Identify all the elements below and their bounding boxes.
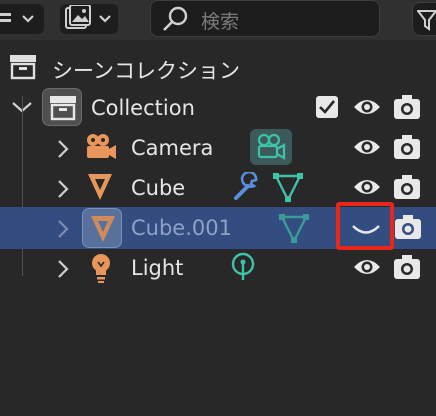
exclude-checkbox[interactable] bbox=[316, 96, 338, 118]
chevron-right-icon[interactable] bbox=[56, 219, 70, 239]
filter-button[interactable] bbox=[412, 2, 436, 36]
scene-collection-row[interactable]: シーンコレクション bbox=[0, 48, 436, 88]
funnel-icon bbox=[417, 10, 436, 31]
mesh-data-icon[interactable] bbox=[272, 171, 304, 203]
eye-icon[interactable] bbox=[353, 177, 381, 197]
chevron-right-icon[interactable] bbox=[56, 139, 70, 159]
eye-icon[interactable] bbox=[353, 97, 381, 117]
light-icon bbox=[92, 254, 110, 283]
scene-collection-label: シーンコレクション bbox=[52, 59, 240, 83]
outliner-row-light[interactable]: Light bbox=[0, 248, 436, 288]
render-camera-icon[interactable] bbox=[393, 134, 421, 160]
view-filter-dropdown[interactable] bbox=[60, 4, 118, 34]
render-camera-icon[interactable] bbox=[394, 214, 422, 240]
collection-row[interactable]: Collection bbox=[0, 88, 436, 128]
image-stack-icon bbox=[65, 5, 111, 29]
object-label: Cube bbox=[131, 176, 186, 200]
mesh-object-icon bbox=[88, 174, 112, 200]
render-camera-icon[interactable] bbox=[393, 174, 421, 200]
camera-icon bbox=[87, 134, 116, 159]
highlight-box bbox=[336, 202, 394, 250]
mesh-object-icon-box bbox=[82, 208, 122, 248]
search-placeholder: 検索 bbox=[201, 11, 240, 33]
render-camera-icon[interactable] bbox=[393, 254, 421, 280]
chevron-right-icon[interactable] bbox=[56, 259, 70, 279]
light-data-icon[interactable] bbox=[229, 252, 257, 284]
collection-label: Collection bbox=[91, 96, 195, 120]
render-camera-icon[interactable] bbox=[393, 94, 421, 120]
eye-icon[interactable] bbox=[353, 137, 381, 157]
chevron-right-icon[interactable] bbox=[56, 179, 70, 199]
search-icon bbox=[163, 6, 188, 31]
camera-data-icon bbox=[257, 133, 286, 160]
scene-collection-icon bbox=[10, 55, 36, 80]
checkmark-icon bbox=[319, 100, 336, 114]
eye-icon[interactable] bbox=[353, 257, 381, 277]
object-label: Cube.001 bbox=[131, 216, 232, 240]
object-label: Camera bbox=[131, 136, 214, 160]
wrench-icon[interactable] bbox=[232, 172, 262, 202]
collection-icon-box bbox=[42, 88, 82, 126]
list-icon bbox=[0, 13, 34, 23]
object-label: Light bbox=[131, 256, 184, 280]
camera-data-icon-box[interactable] bbox=[250, 129, 292, 165]
outliner-header: 検索 bbox=[0, 0, 436, 40]
mesh-data-icon[interactable] bbox=[278, 212, 310, 244]
display-mode-dropdown[interactable] bbox=[0, 4, 44, 34]
mesh-object-icon bbox=[91, 216, 115, 242]
collection-icon bbox=[50, 96, 76, 121]
outliner-row-camera[interactable]: Camera bbox=[0, 128, 436, 168]
search-input[interactable]: 検索 bbox=[150, 0, 380, 37]
